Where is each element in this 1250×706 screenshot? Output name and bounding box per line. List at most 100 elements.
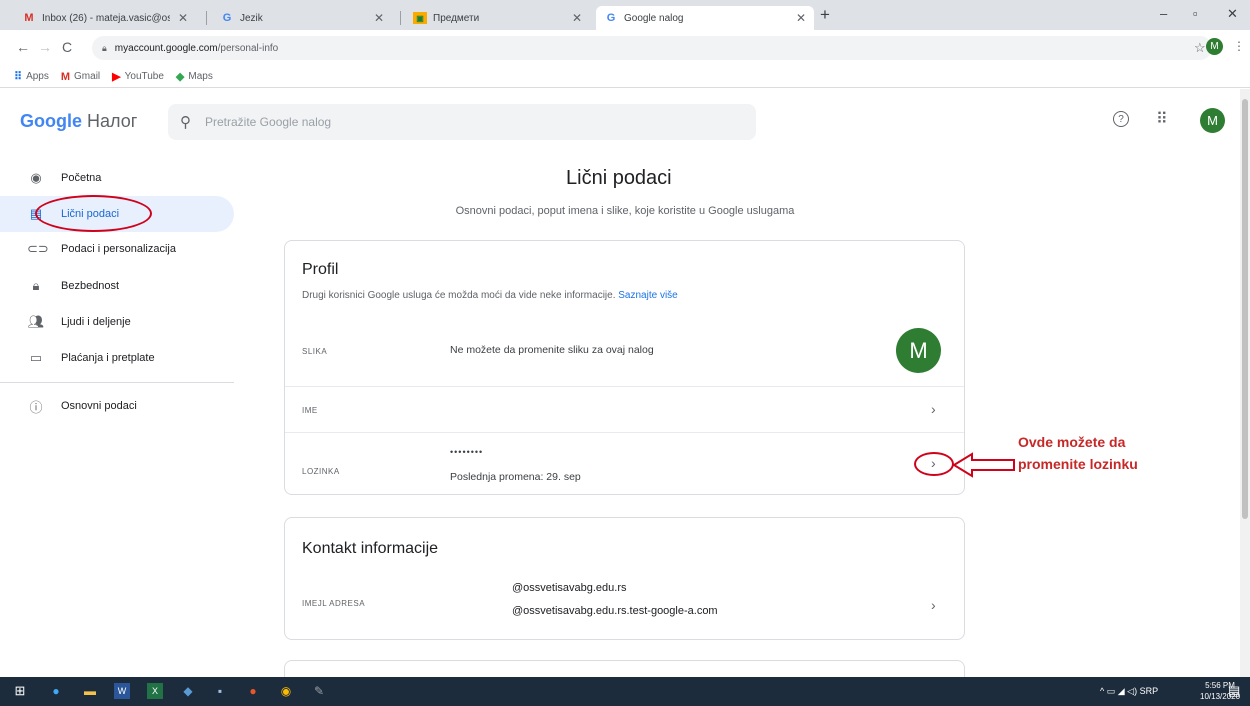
- sidebar-item-payments[interactable]: ▭ Plaćanja i pretplate: [0, 340, 234, 376]
- chevron-right-icon[interactable]: ›: [931, 401, 936, 417]
- word-icon[interactable]: W: [114, 683, 130, 699]
- name-label: IME: [302, 406, 318, 415]
- close-icon[interactable]: ✕: [178, 11, 188, 25]
- search-placeholder: Pretražite Google nalog: [205, 115, 332, 129]
- bookmark-label: YouTube: [124, 71, 164, 82]
- bookmark-label: Maps: [188, 71, 213, 82]
- sidebar-item-label: Podaci i personalizacija: [61, 243, 176, 255]
- sidebar-item-about[interactable]: ⓘ Osnovni podaci: [0, 388, 234, 424]
- google-apps-icon[interactable]: ⠿: [1156, 109, 1168, 129]
- photo-label: SLIKA: [302, 347, 328, 356]
- search-icon: ⚲: [180, 114, 191, 131]
- contact-card: Kontakt informacije IMEJL ADRESA @ossvet…: [284, 517, 965, 640]
- sidebar-item-label: Osnovni podaci: [61, 400, 137, 412]
- account-avatar[interactable]: M: [1200, 108, 1225, 133]
- profile-photo-avatar: M: [896, 328, 941, 373]
- help-icon[interactable]: ?: [1113, 111, 1129, 127]
- address-bar[interactable]: 🔒︎ myaccount.google.com /personal-info: [92, 36, 1212, 60]
- chrome-icon[interactable]: ◉: [278, 683, 294, 699]
- sidebar-item-people-sharing[interactable]: 👥︎ Ljudi i deljenje: [0, 304, 234, 340]
- app-header: Google Налог ⚲ Pretražite Google nalog ?…: [0, 89, 1240, 153]
- close-icon[interactable]: ✕: [572, 11, 582, 25]
- youtube-icon: ▶: [112, 71, 121, 83]
- apps-grid-icon: ⠿: [14, 71, 23, 83]
- visio-icon[interactable]: ◆: [180, 683, 196, 699]
- profile-card: Profil Drugi korisnici Google usluga će …: [284, 240, 965, 495]
- tab-title: Google nalog: [624, 12, 684, 24]
- bookmark-star-icon[interactable]: ☆: [1194, 40, 1206, 56]
- window-close-button[interactable]: ✕: [1227, 6, 1238, 22]
- tab-jezik[interactable]: G Jezik ✕: [212, 6, 392, 30]
- toggle-icon: ⊂⊃: [27, 241, 49, 256]
- paint-icon[interactable]: ✎: [311, 683, 327, 699]
- vertical-scrollbar[interactable]: [1240, 89, 1250, 677]
- email-label: IMEJL ADRESA: [302, 599, 366, 608]
- edge-icon[interactable]: ●: [48, 683, 64, 699]
- system-tray[interactable]: ^ ▭ ◢ ◁) SRP: [1100, 686, 1158, 697]
- tab-title: Jezik: [240, 12, 263, 24]
- tab-title: Предмети: [433, 12, 480, 24]
- logo-suffix: Налог: [87, 111, 138, 131]
- bookmark-label: Apps: [26, 71, 49, 82]
- close-icon[interactable]: ✕: [374, 11, 384, 25]
- bookmark-gmail[interactable]: M Gmail: [61, 71, 100, 83]
- password-row[interactable]: LOZINKA •••••••• Poslednja promena: 29. …: [285, 432, 964, 495]
- annotation-text: Ovde možete da promenite lozinku: [1018, 431, 1138, 475]
- photo-row[interactable]: SLIKA Ne možete da promenite sliku za ov…: [285, 316, 964, 386]
- sidebar-item-security[interactable]: 🔒︎ Bezbednost: [0, 268, 234, 304]
- bookmark-youtube[interactable]: ▶ YouTube: [112, 70, 164, 83]
- profile-desc-text: Drugi korisnici Google usluga će možda m…: [302, 290, 616, 301]
- chevron-right-icon[interactable]: ›: [931, 597, 936, 613]
- profile-card-description: Drugi korisnici Google usluga će možda m…: [302, 290, 678, 301]
- learn-more-link[interactable]: Saznajte više: [618, 290, 677, 301]
- annotation-line-1: Ovde možete da: [1018, 434, 1126, 450]
- sidebar-item-label: Bezbednost: [61, 280, 120, 292]
- close-icon[interactable]: ✕: [796, 11, 806, 25]
- maps-icon: ◆: [175, 71, 185, 83]
- google-account-logo[interactable]: Google Налог: [20, 111, 137, 132]
- excel-icon[interactable]: X: [147, 683, 163, 699]
- back-icon[interactable]: ←: [16, 39, 30, 55]
- powerpoint-icon[interactable]: ●: [245, 683, 261, 699]
- windows-start-icon[interactable]: ⊞: [12, 683, 28, 699]
- bookmark-label: Gmail: [74, 71, 101, 82]
- language-indicator: SRP: [1139, 686, 1159, 696]
- minimize-button[interactable]: –: [1160, 6, 1167, 21]
- sidebar-item-data-personalization[interactable]: ⊂⊃ Podaci i personalizacija: [0, 231, 234, 267]
- scrollbar-thumb[interactable]: [1242, 99, 1248, 519]
- profile-card-title: Profil: [302, 261, 339, 278]
- file-explorer-icon[interactable]: ▬: [82, 683, 98, 699]
- tab-title: Inbox (26) - mateja.vasic@ossve...: [42, 12, 170, 24]
- email-row[interactable]: IMEJL ADRESA @ossvetisavabg.edu.rs @ossv…: [285, 573, 964, 639]
- sidebar-item-label: Plaćanja i pretplate: [61, 352, 155, 364]
- save-disk-icon[interactable]: ▪: [212, 683, 228, 699]
- gmail-icon: M: [24, 12, 34, 24]
- tab-google-nalog[interactable]: G Google nalog ✕: [596, 6, 814, 30]
- bookmark-apps[interactable]: ⠿ Apps: [14, 70, 49, 83]
- notification-icon[interactable]: ▤: [1228, 683, 1240, 699]
- bookmark-maps[interactable]: ◆ Maps: [176, 70, 213, 83]
- browser-menu-icon[interactable]: ⋮: [1233, 39, 1245, 53]
- password-label: LOZINKA: [302, 467, 340, 476]
- password-mask: ••••••••: [450, 447, 484, 457]
- url-path: /personal-info: [217, 42, 279, 54]
- account-search-input[interactable]: ⚲ Pretražite Google nalog: [168, 104, 756, 140]
- tab-predmeti[interactable]: ▣ Предмети ✕: [405, 6, 590, 30]
- forward-icon[interactable]: →: [38, 39, 52, 55]
- browser-profile-avatar[interactable]: M: [1206, 38, 1223, 55]
- sidebar-item-label: Početna: [61, 172, 102, 184]
- sidebar-item-label: Ljudi i deljenje: [61, 316, 131, 328]
- maximize-button[interactable]: ▫: [1193, 6, 1198, 21]
- sidebar-item-home[interactable]: ◉ Početna: [0, 160, 234, 196]
- password-last-changed: Poslednja promena: 29. sep: [450, 471, 581, 483]
- contact-card-title: Kontakt informacije: [302, 540, 439, 557]
- tab-gmail[interactable]: M Inbox (26) - mateja.vasic@ossve... ✕: [14, 6, 196, 30]
- gmail-icon: M: [60, 70, 71, 83]
- url-domain: myaccount.google.com: [114, 42, 218, 54]
- sidebar-divider: [0, 382, 234, 383]
- annotation-arrow-icon: [952, 452, 1015, 478]
- people-icon: 👥︎: [27, 314, 45, 329]
- reload-icon[interactable]: C: [62, 39, 72, 55]
- name-row[interactable]: IME ›: [285, 386, 964, 432]
- new-tab-button[interactable]: +: [820, 5, 830, 25]
